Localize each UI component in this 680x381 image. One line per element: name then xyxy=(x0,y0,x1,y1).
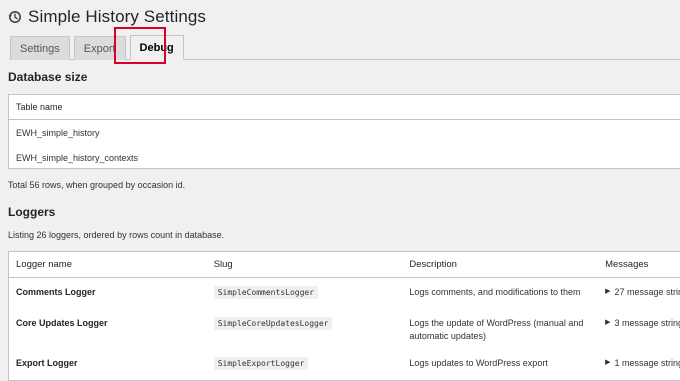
settings-tabs: Settings Export Debug xyxy=(10,33,680,60)
tab-export[interactable]: Export xyxy=(74,36,126,60)
table-header-table-name: Table name xyxy=(9,95,680,120)
logger-slug: SimpleCommentsLogger xyxy=(214,286,318,299)
loggers-heading: Loggers xyxy=(8,205,55,219)
column-header-slug: Slug xyxy=(207,259,403,270)
logger-name: Comments Logger xyxy=(16,287,96,297)
table-row: Comments Logger SimpleCommentsLogger Log… xyxy=(9,278,680,309)
history-icon xyxy=(8,10,22,24)
disclosure-triangle-icon: ▶ xyxy=(605,287,610,297)
table-row: EWH_simple_history xyxy=(9,120,680,145)
logger-description: Logs the update of WordPress (manual and… xyxy=(409,317,592,343)
table-row: Export Logger SimpleExportLogger Logs up… xyxy=(9,349,680,379)
database-size-table: Table name EWH_simple_history EWH_simple… xyxy=(8,94,680,169)
database-summary: Total 56 rows, when grouped by occasion … xyxy=(8,180,185,190)
disclosure-triangle-icon: ▶ xyxy=(605,358,610,368)
logger-slug: SimpleCoreUpdatesLogger xyxy=(214,317,333,330)
logger-description: Logs comments, and modifications to them xyxy=(409,287,580,297)
page-title-text: Simple History Settings xyxy=(28,7,206,27)
logger-name: Core Updates Logger xyxy=(16,318,108,328)
logger-description: Logs updates to WordPress export xyxy=(409,358,547,368)
messages-count: 3 message strings xyxy=(615,318,680,328)
messages-toggle[interactable]: ▶ 3 message strings xyxy=(598,318,680,349)
table-row: EWH_simple_history_contexts xyxy=(9,145,680,170)
logger-slug: SimpleExportLogger xyxy=(214,357,309,370)
disclosure-triangle-icon: ▶ xyxy=(605,318,610,328)
messages-toggle[interactable]: ▶ 27 message strings xyxy=(598,287,680,309)
tab-debug[interactable]: Debug xyxy=(130,35,184,60)
column-header-description: Description xyxy=(402,259,598,270)
table-row: Core Updates Logger SimpleCoreUpdatesLog… xyxy=(9,309,680,349)
tab-settings[interactable]: Settings xyxy=(10,36,70,60)
messages-count: 27 message strings xyxy=(615,287,680,297)
database-size-heading: Database size xyxy=(8,70,87,84)
column-header-logger-name: Logger name xyxy=(9,259,207,270)
loggers-table: Logger name Slug Description Messages Co… xyxy=(8,251,680,381)
loggers-summary: Listing 26 loggers, ordered by rows coun… xyxy=(8,230,224,240)
messages-count: 1 message string xyxy=(615,358,680,368)
column-header-messages: Messages xyxy=(598,259,680,270)
logger-name: Export Logger xyxy=(16,358,78,368)
loggers-table-header: Logger name Slug Description Messages xyxy=(9,252,680,278)
page-title: Simple History Settings xyxy=(8,4,206,30)
